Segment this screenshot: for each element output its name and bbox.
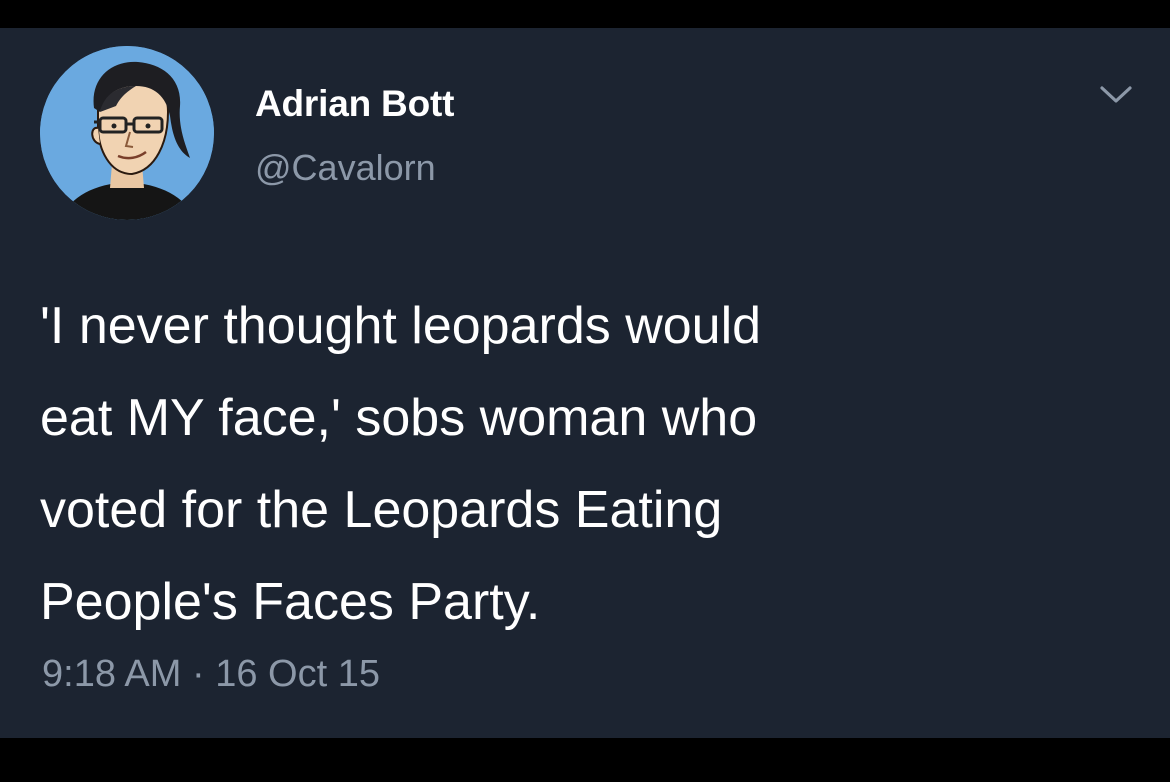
tweet-timestamp[interactable]: 9:18 AM · 16 Oct 15	[42, 650, 380, 698]
tweet-date: 16 Oct 15	[215, 653, 380, 695]
tweet-text: 'I never thought leopards would eat MY f…	[40, 297, 762, 631]
chevron-down-icon[interactable]	[1096, 80, 1136, 108]
author-handle[interactable]: @Cavalorn	[255, 146, 436, 190]
timestamp-separator: ·	[181, 653, 216, 695]
tweet-time: 9:18 AM	[42, 653, 182, 695]
chevron-down-glyph	[1100, 86, 1132, 103]
bottom-letterbox	[0, 738, 1170, 782]
avatar[interactable]	[40, 46, 214, 220]
avatar-illustration	[40, 46, 214, 220]
tweet-card: Adrian Bott @Cavalorn 'I never thought l…	[0, 28, 1170, 738]
top-letterbox	[0, 0, 1170, 28]
author-name[interactable]: Adrian Bott	[255, 82, 454, 126]
